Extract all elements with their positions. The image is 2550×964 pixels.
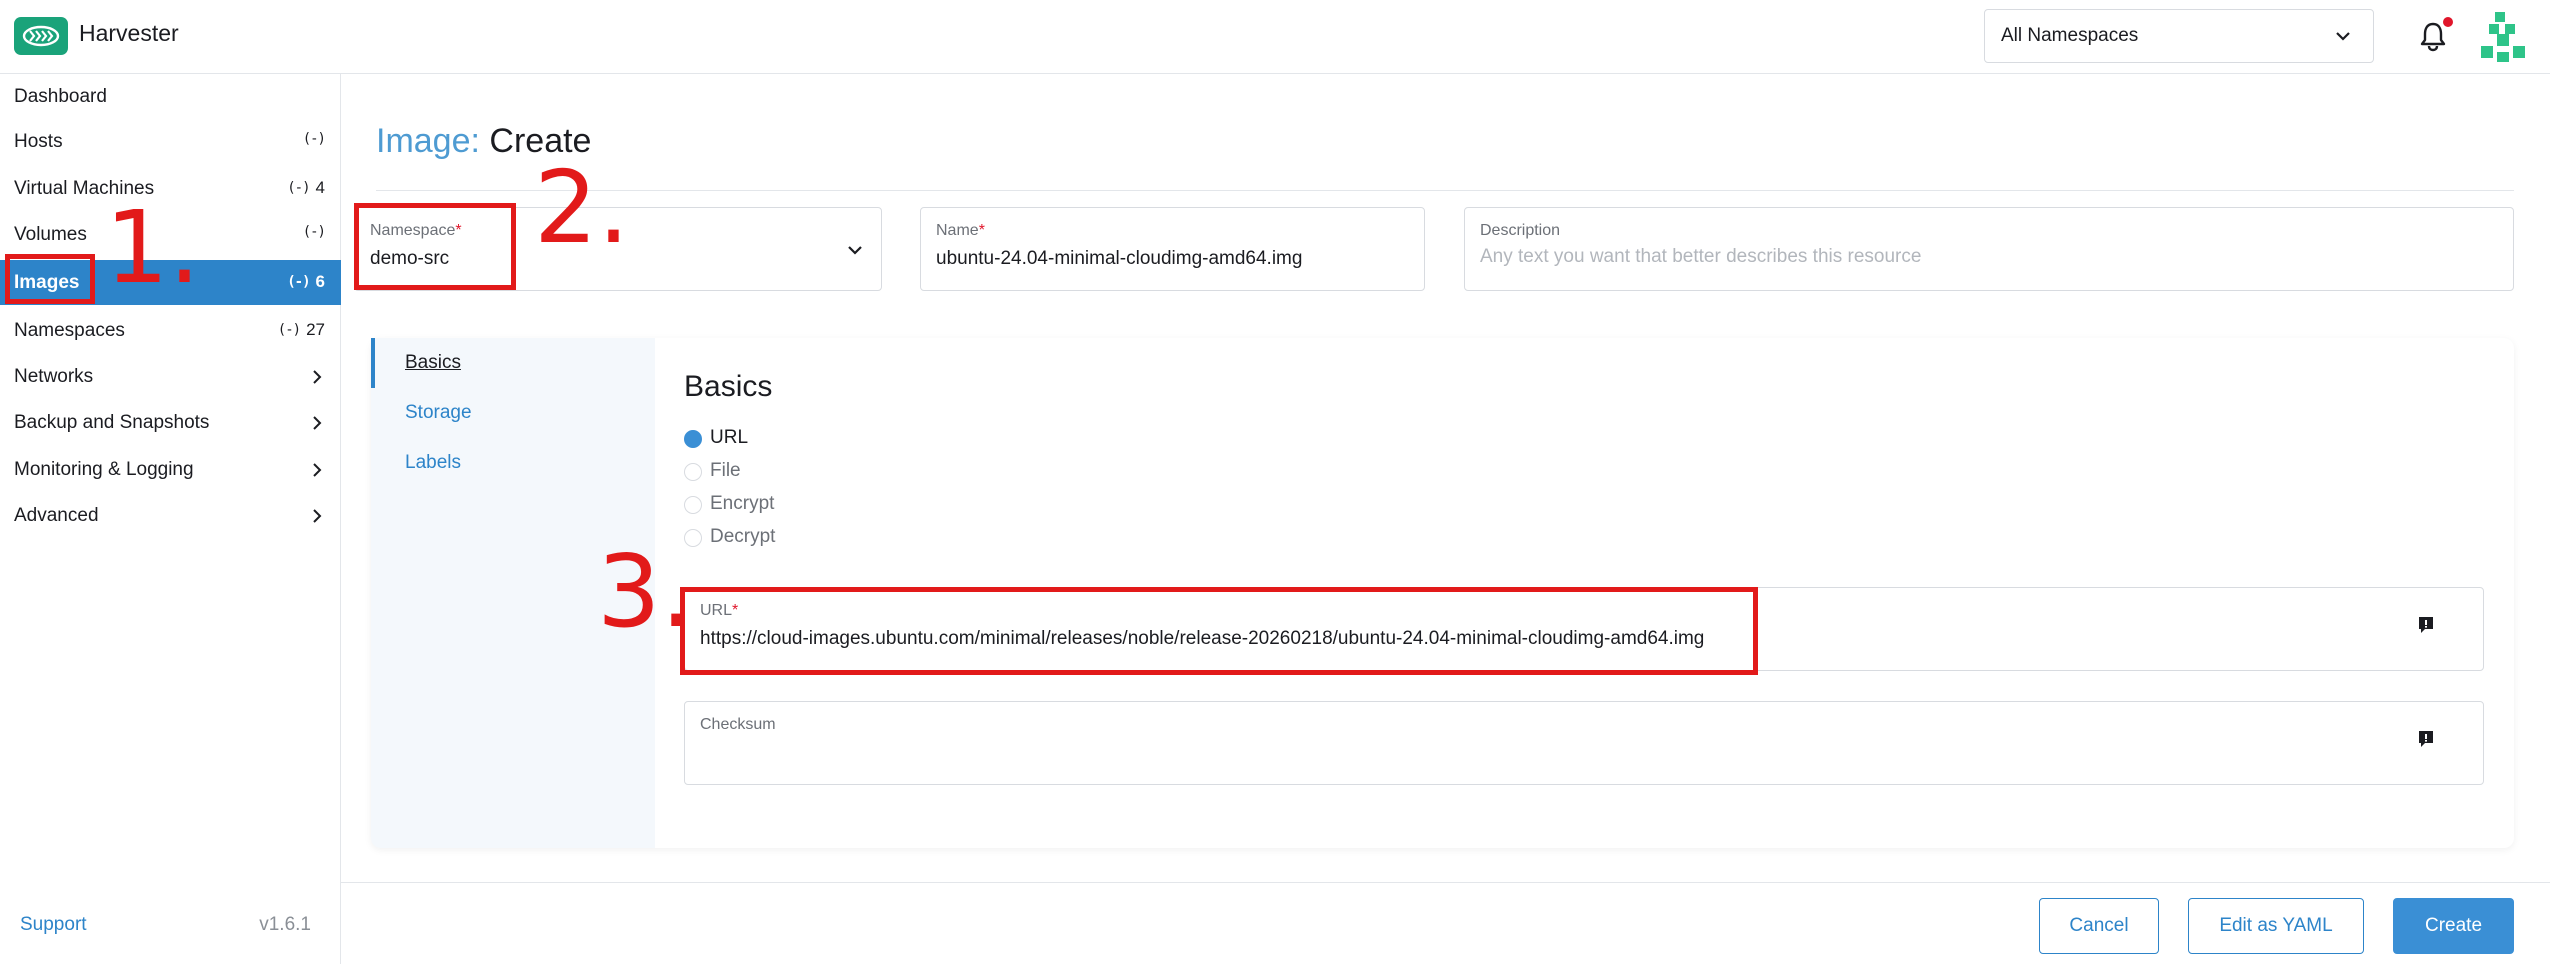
name-value: ubuntu-24.04-minimal-cloudimg-amd64.img — [936, 248, 1303, 269]
resource-icon: (-) — [287, 180, 310, 196]
tab-basics[interactable]: Basics — [371, 338, 655, 388]
count-value: 4 — [315, 178, 325, 197]
cancel-button[interactable]: Cancel — [2039, 898, 2159, 954]
footer-divider — [341, 882, 2550, 883]
app-name[interactable]: Harvester — [79, 20, 179, 47]
resource-icon: (-) — [302, 224, 326, 240]
harvester-logo-icon[interactable] — [14, 17, 68, 55]
chevron-right-icon — [313, 509, 322, 523]
annotation-box-step2 — [354, 203, 516, 290]
divider — [376, 190, 2514, 191]
tab-label: Basics — [405, 352, 461, 373]
tab-labels[interactable]: Labels — [371, 438, 655, 488]
radio-encrypt[interactable]: Encrypt — [684, 490, 804, 520]
sidebar-item-label: Advanced — [14, 505, 99, 526]
sidebar-item-count: (-) 4 — [287, 178, 325, 198]
sidebar-item-hosts[interactable]: Hosts (-) — [0, 119, 341, 164]
sidebar-item-advanced[interactable]: Advanced — [0, 493, 341, 538]
name-field[interactable]: Name* ubuntu-24.04-minimal-cloudimg-amd6… — [920, 207, 1425, 291]
sidebar-item-monitoring-logging[interactable]: Monitoring & Logging — [0, 447, 341, 492]
description-field[interactable]: Description — [1464, 207, 2514, 291]
radio-label: Decrypt — [710, 526, 776, 547]
radio-file[interactable]: File — [684, 457, 804, 487]
sidebar-item-dashboard[interactable]: Dashboard — [0, 74, 341, 119]
sidebar-item-networks[interactable]: Networks — [0, 354, 341, 399]
version-label: v1.6.1 — [259, 914, 311, 935]
sidebar-item-count: (-) 27 — [278, 320, 325, 340]
annotation-box-step3 — [680, 587, 1758, 675]
sidebar-item-label: Monitoring & Logging — [14, 459, 194, 480]
tab-label: Labels — [405, 452, 461, 473]
radio-button[interactable] — [684, 496, 702, 514]
count-value: 27 — [306, 320, 325, 339]
namespace-filter-select[interactable]: All Namespaces — [1984, 9, 2374, 63]
radio-label: URL — [710, 427, 749, 448]
section-title: Basics — [684, 370, 773, 403]
radio-label: File — [710, 460, 741, 481]
multiline-toggle-icon[interactable] — [2415, 614, 2437, 636]
count-value: 6 — [315, 272, 325, 291]
avatar-icon[interactable] — [2475, 10, 2531, 66]
name-label: Name* — [936, 222, 985, 239]
sidebar-item-namespaces[interactable]: Namespaces (-) 27 — [0, 308, 341, 353]
description-input[interactable] — [1480, 246, 2424, 268]
sidebar-item-label: Hosts — [14, 131, 63, 152]
chevron-right-icon — [313, 463, 322, 477]
radio-url[interactable]: URL — [684, 424, 804, 454]
sidebar-item-count: (-) — [302, 131, 326, 147]
radio-button[interactable] — [684, 463, 702, 481]
notification-badge — [2443, 17, 2453, 27]
sidebar-item-label: Backup and Snapshots — [14, 412, 210, 433]
resource-icon: (-) — [287, 274, 310, 290]
sidebar-item-backup-and-snapshots[interactable]: Backup and Snapshots — [0, 400, 341, 445]
radio-decrypt[interactable]: Decrypt — [684, 523, 804, 553]
annotation-label-step1: 1. — [105, 189, 201, 306]
annotation-label-step2: 2. — [534, 149, 630, 266]
checksum-field[interactable]: Checksum — [684, 701, 2484, 785]
resource-icon: (-) — [302, 131, 326, 147]
annotation-label-step3: 3. — [597, 533, 693, 650]
top-header: Harvester All Namespaces — [0, 0, 2550, 74]
annotation-box-step1 — [5, 254, 95, 304]
description-label: Description — [1480, 222, 1561, 239]
chevron-right-icon — [313, 416, 322, 430]
namespace-filter-value: All Namespaces — [2001, 25, 2139, 46]
chevron-right-icon — [313, 370, 322, 384]
sidebar-item-count: (-) 6 — [287, 272, 325, 292]
sidebar-item-count: (-) — [302, 224, 326, 240]
sidebar-item-label: Namespaces — [14, 320, 125, 341]
checksum-label: Checksum — [700, 716, 776, 733]
page-title-prefix: Image: — [376, 122, 480, 160]
multiline-toggle-icon[interactable] — [2415, 728, 2437, 750]
radio-button[interactable] — [684, 430, 702, 448]
chevron-down-icon — [2336, 32, 2350, 41]
edit-as-yaml-button[interactable]: Edit as YAML — [2188, 898, 2364, 954]
support-link[interactable]: Support — [20, 914, 87, 936]
radio-label: Encrypt — [710, 493, 775, 514]
resource-icon: (-) — [277, 322, 301, 338]
sidebar-item-label: Volumes — [14, 224, 87, 245]
sidebar-item-label: Networks — [14, 366, 94, 387]
create-button[interactable]: Create — [2393, 898, 2514, 954]
tab-storage[interactable]: Storage — [371, 388, 655, 438]
sidebar-item-label: Dashboard — [14, 86, 107, 107]
tab-label: Storage — [405, 402, 472, 423]
chevron-down-icon — [848, 246, 862, 255]
